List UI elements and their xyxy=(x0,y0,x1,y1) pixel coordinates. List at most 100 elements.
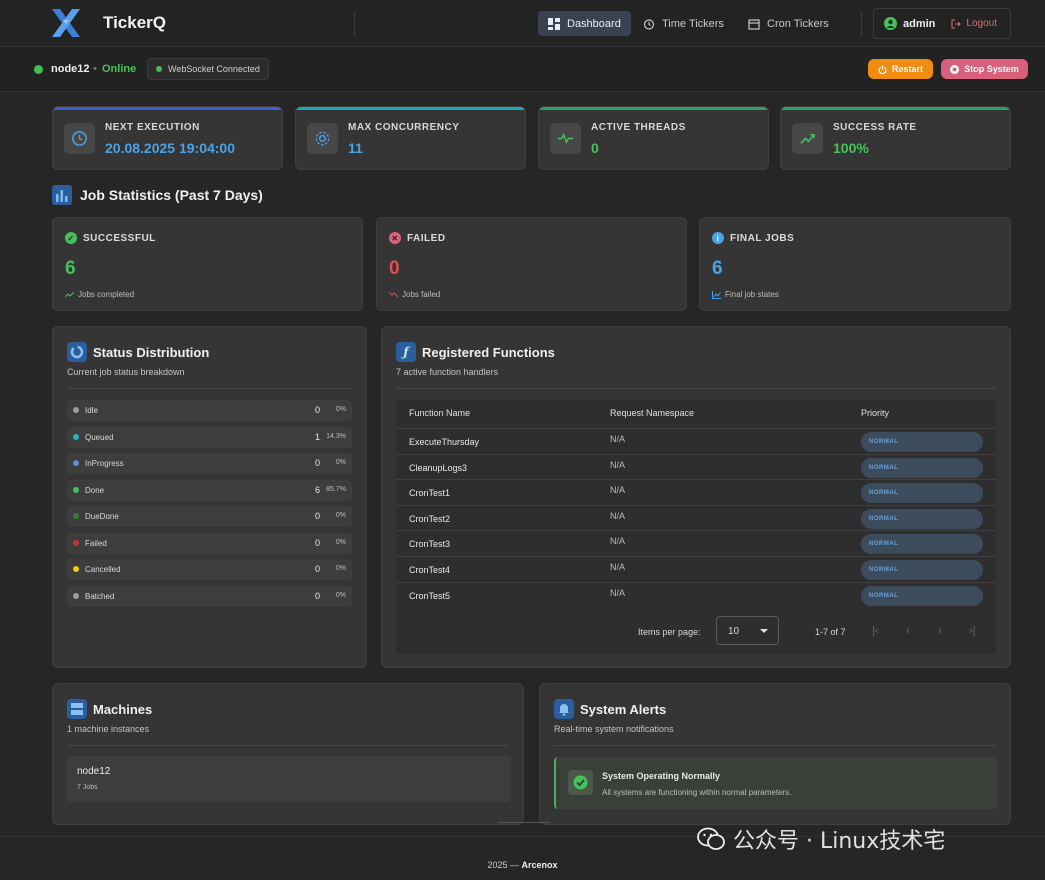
status-count: 0 xyxy=(314,511,320,521)
stat-label: FINAL JOBS xyxy=(730,232,795,244)
table-row[interactable]: CronTest1 N/A NORMAL xyxy=(396,479,996,505)
machine-card[interactable]: node12 7 Jobs xyxy=(67,756,511,802)
column-header: Request Namespace xyxy=(610,408,695,418)
donut-chart-icon xyxy=(67,342,87,362)
status-color-dot xyxy=(73,592,79,599)
machine-jobs: 7 Jobs xyxy=(77,784,98,791)
status-percent: 0% xyxy=(335,459,346,466)
table-row[interactable]: CronTest2 N/A NORMAL xyxy=(396,504,996,531)
status-count: 1 xyxy=(314,431,320,442)
divider xyxy=(67,745,509,746)
status-color-dot xyxy=(73,407,79,413)
status-row: DueDone 0 0% xyxy=(67,506,352,527)
machine-name: node12 xyxy=(77,766,111,777)
wechat-watermark: 公众号 · Linux技术宅 xyxy=(697,823,945,855)
footer-brand: Arcenox xyxy=(521,860,558,870)
request-namespace: N/A xyxy=(610,587,626,598)
stat-value: 6 xyxy=(712,258,723,279)
logout-label: Logout xyxy=(966,18,997,29)
table-row[interactable]: CronTest4 N/A NORMAL xyxy=(396,556,996,582)
stat-caption: Jobs completed xyxy=(78,290,135,299)
logout-button[interactable]: Logout xyxy=(951,18,997,29)
line-chart-icon xyxy=(712,290,721,299)
stat-caption: Final job states xyxy=(725,290,779,299)
table-row[interactable]: CronTest3 N/A NORMAL xyxy=(396,530,996,556)
status-name: Cancelled xyxy=(85,565,121,574)
stat-value: 6 xyxy=(65,258,76,279)
nav-dashboard-label: Dashboard xyxy=(567,17,621,30)
status-color-dot xyxy=(73,486,79,493)
accent-bar xyxy=(296,107,525,110)
metric-label: ACTIVE THREADS xyxy=(591,122,686,133)
nav-dashboard[interactable]: Dashboard xyxy=(538,11,631,36)
top-bar: TickerQ Dashboard Time Tickers Cron Tick… xyxy=(0,0,1045,47)
status-count: 6 xyxy=(314,484,320,495)
metric-max-concurrency: MAX CONCURRENCY 11 xyxy=(295,106,526,170)
status-percent: 0% xyxy=(335,512,346,519)
node-status: Online xyxy=(102,63,137,75)
username: admin xyxy=(903,17,936,30)
status-row: Cancelled 0 0% xyxy=(67,559,352,580)
items-per-page-value: 10 xyxy=(728,626,740,637)
restart-button[interactable]: Restart xyxy=(868,59,933,79)
status-row: Done 6 85.7% xyxy=(67,479,352,501)
status-percent: 14.3% xyxy=(326,432,346,440)
previous-page-icon[interactable]: ‹ xyxy=(906,625,910,637)
stat-label: FAILED xyxy=(407,232,446,244)
watermark-text: 公众号 · Linux技术宅 xyxy=(733,829,946,854)
divider xyxy=(396,388,996,389)
status-color-dot xyxy=(73,539,79,546)
accent-bar xyxy=(539,107,768,110)
user-avatar-icon[interactable] xyxy=(884,17,897,30)
table-row[interactable]: CronTest5 N/A NORMAL xyxy=(396,581,996,608)
items-per-page-select[interactable]: 10 xyxy=(716,616,779,645)
check-circle-icon: ✓ xyxy=(65,232,77,244)
status-row: Failed 0 0% xyxy=(67,532,352,554)
function-name: CronTest1 xyxy=(409,488,451,499)
metric-value: 20.08.2025 19:04:00 xyxy=(105,140,235,156)
chevron-down-icon xyxy=(760,629,768,633)
nav-cron-tickers[interactable]: Cron Tickers xyxy=(738,11,839,36)
request-namespace: N/A xyxy=(610,562,626,572)
status-name: Done xyxy=(85,485,105,495)
stop-icon xyxy=(950,64,960,74)
function-name: CleanupLogs3 xyxy=(409,462,468,473)
alert-text: All systems are functioning within norma… xyxy=(602,788,792,797)
status-name: Idle xyxy=(85,406,98,415)
nav-time-tickers[interactable]: Time Tickers xyxy=(633,11,734,36)
last-page-icon[interactable]: ›| xyxy=(969,625,976,637)
column-header: Function Name xyxy=(409,408,471,418)
table-row[interactable]: ExecuteThursday N/A NORMAL xyxy=(396,428,996,454)
panel-title: Status Distribution xyxy=(93,344,210,360)
stat-failed: ✕ FAILED 0 Jobs failed xyxy=(376,217,687,311)
table-row[interactable]: CleanupLogs3 N/A NORMAL xyxy=(396,453,996,480)
status-count: 0 xyxy=(314,564,320,574)
restart-label: Restart xyxy=(891,64,923,74)
request-namespace: N/A xyxy=(610,434,626,444)
stop-system-button[interactable]: Stop System xyxy=(941,59,1028,79)
metric-label: SUCCESS RATE xyxy=(833,122,917,133)
status-percent: 0% xyxy=(335,406,346,413)
nav-cron-tickers-label: Cron Tickers xyxy=(767,17,829,30)
function-name: CronTest3 xyxy=(409,539,451,550)
next-page-icon[interactable]: › xyxy=(938,625,942,637)
status-count: 0 xyxy=(314,405,320,415)
logout-icon xyxy=(951,18,962,29)
status-color-dot xyxy=(73,433,79,440)
stat-value: 0 xyxy=(389,258,400,279)
clock-icon xyxy=(64,123,95,154)
status-count: 0 xyxy=(314,537,320,548)
tickerq-logo-icon[interactable] xyxy=(50,7,82,39)
trend-up-icon xyxy=(65,291,74,297)
stat-final-jobs: i FINAL JOBS 6 Final job states xyxy=(699,217,1011,311)
status-row: Queued 1 14.3% xyxy=(67,426,352,448)
status-color-dot xyxy=(73,460,79,466)
first-page-icon[interactable]: |‹ xyxy=(872,625,879,637)
power-icon xyxy=(878,64,887,74)
gear-icon xyxy=(307,123,338,154)
app-name: TickerQ xyxy=(103,13,167,32)
request-namespace: N/A xyxy=(610,485,626,496)
metric-label: MAX CONCURRENCY xyxy=(348,122,460,133)
functions-table: Function Name Request Namespace Priority… xyxy=(396,400,996,654)
request-namespace: N/A xyxy=(610,536,626,547)
